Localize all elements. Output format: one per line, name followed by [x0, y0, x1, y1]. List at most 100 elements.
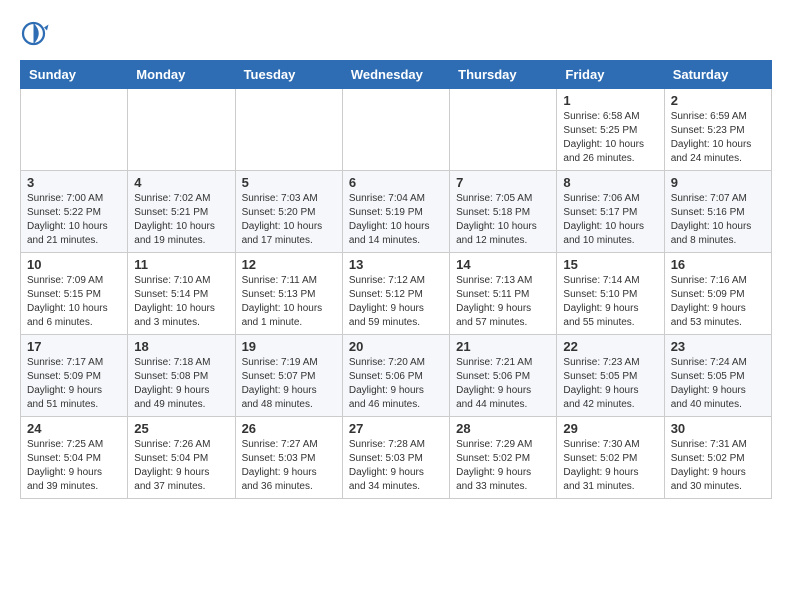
day-info: Sunrise: 7:21 AM Sunset: 5:06 PM Dayligh…: [456, 356, 550, 412]
calendar-cell: [342, 89, 449, 171]
weekday-header-friday: Friday: [557, 61, 664, 89]
day-number: 28: [456, 421, 550, 436]
day-info: Sunrise: 7:27 AM Sunset: 5:03 PM Dayligh…: [242, 438, 336, 494]
day-number: 7: [456, 175, 550, 190]
day-number: 6: [349, 175, 443, 190]
day-number: 22: [563, 339, 657, 354]
day-number: 19: [242, 339, 336, 354]
day-info: Sunrise: 7:12 AM Sunset: 5:12 PM Dayligh…: [349, 274, 443, 330]
day-number: 13: [349, 257, 443, 272]
page-container: SundayMondayTuesdayWednesdayThursdayFrid…: [20, 20, 772, 499]
weekday-header-row: SundayMondayTuesdayWednesdayThursdayFrid…: [21, 61, 772, 89]
calendar-cell: 3 Sunrise: 7:00 AM Sunset: 5:22 PM Daylig…: [21, 171, 128, 253]
calendar-cell: 23Sunrise: 7:24 AM Sunset: 5:05 PM Dayli…: [664, 335, 771, 417]
calendar-cell: 1 Sunrise: 6:58 AM Sunset: 5:25 PM Daylig…: [557, 89, 664, 171]
calendar-cell: 16 Sunrise: 7:16 AM Sunset: 5:09 PM Dayli…: [664, 253, 771, 335]
day-number: 5: [242, 175, 336, 190]
day-number: 12: [242, 257, 336, 272]
day-info: Sunrise: 7:10 AM Sunset: 5:14 PM Dayligh…: [134, 274, 228, 330]
day-number: 8: [563, 175, 657, 190]
day-number: 10: [27, 257, 121, 272]
day-info: Sunrise: 7:20 AM Sunset: 5:06 PM Dayligh…: [349, 356, 443, 412]
day-number: 16: [671, 257, 765, 272]
day-number: 14: [456, 257, 550, 272]
week-row-4: 17 Sunrise: 7:17 AM Sunset: 5:09 PM Dayli…: [21, 335, 772, 417]
day-info: Sunrise: 7:06 AM Sunset: 5:17 PM Dayligh…: [563, 192, 657, 248]
week-row-2: 3 Sunrise: 7:00 AM Sunset: 5:22 PM Daylig…: [21, 171, 772, 253]
day-number: 15: [563, 257, 657, 272]
day-info: Sunrise: 7:26 AM Sunset: 5:04 PM Dayligh…: [134, 438, 228, 494]
day-info: Sunrise: 7:04 AM Sunset: 5:19 PM Dayligh…: [349, 192, 443, 248]
day-number: 27: [349, 421, 443, 436]
calendar-cell: 24Sunrise: 7:25 AM Sunset: 5:04 PM Dayli…: [21, 417, 128, 499]
weekday-header-monday: Monday: [128, 61, 235, 89]
calendar-cell: 5 Sunrise: 7:03 AM Sunset: 5:20 PM Daylig…: [235, 171, 342, 253]
day-info: Sunrise: 7:23 AM Sunset: 5:05 PM Dayligh…: [563, 356, 657, 412]
calendar-cell: 6 Sunrise: 7:04 AM Sunset: 5:19 PM Daylig…: [342, 171, 449, 253]
day-info: Sunrise: 7:03 AM Sunset: 5:20 PM Dayligh…: [242, 192, 336, 248]
calendar-cell: [128, 89, 235, 171]
day-info: Sunrise: 7:05 AM Sunset: 5:18 PM Dayligh…: [456, 192, 550, 248]
day-number: 25: [134, 421, 228, 436]
day-info: Sunrise: 7:31 AM Sunset: 5:02 PM Dayligh…: [671, 438, 765, 494]
day-info: Sunrise: 7:09 AM Sunset: 5:15 PM Dayligh…: [27, 274, 121, 330]
calendar-cell: 27 Sunrise: 7:28 AM Sunset: 5:03 PM Dayli…: [342, 417, 449, 499]
calendar-cell: 4 Sunrise: 7:02 AM Sunset: 5:21 PM Daylig…: [128, 171, 235, 253]
week-row-3: 10 Sunrise: 7:09 AM Sunset: 5:15 PM Dayli…: [21, 253, 772, 335]
calendar-cell: 14 Sunrise: 7:13 AM Sunset: 5:11 PM Dayli…: [450, 253, 557, 335]
calendar-cell: 9 Sunrise: 7:07 AM Sunset: 5:16 PM Daylig…: [664, 171, 771, 253]
calendar-cell: [450, 89, 557, 171]
day-info: Sunrise: 7:13 AM Sunset: 5:11 PM Dayligh…: [456, 274, 550, 330]
calendar-cell: 28 Sunrise: 7:29 AM Sunset: 5:02 PM Dayli…: [450, 417, 557, 499]
day-info: Sunrise: 7:14 AM Sunset: 5:10 PM Dayligh…: [563, 274, 657, 330]
calendar-cell: 21 Sunrise: 7:21 AM Sunset: 5:06 PM Dayli…: [450, 335, 557, 417]
day-info: Sunrise: 7:02 AM Sunset: 5:21 PM Dayligh…: [134, 192, 228, 248]
day-number: 21: [456, 339, 550, 354]
day-info: Sunrise: 7:00 AM Sunset: 5:22 PM Dayligh…: [27, 192, 121, 248]
day-number: 4: [134, 175, 228, 190]
calendar-cell: 30Sunrise: 7:31 AM Sunset: 5:02 PM Dayli…: [664, 417, 771, 499]
calendar-cell: 29Sunrise: 7:30 AM Sunset: 5:02 PM Dayli…: [557, 417, 664, 499]
calendar-cell: 13 Sunrise: 7:12 AM Sunset: 5:12 PM Dayli…: [342, 253, 449, 335]
day-number: 9: [671, 175, 765, 190]
calendar-cell: [21, 89, 128, 171]
day-number: 17: [27, 339, 121, 354]
calendar-cell: 8 Sunrise: 7:06 AM Sunset: 5:17 PM Daylig…: [557, 171, 664, 253]
calendar-cell: 22 Sunrise: 7:23 AM Sunset: 5:05 PM Dayli…: [557, 335, 664, 417]
calendar-cell: 26Sunrise: 7:27 AM Sunset: 5:03 PM Dayli…: [235, 417, 342, 499]
day-number: 24: [27, 421, 121, 436]
day-number: 29: [563, 421, 657, 436]
day-number: 1: [563, 93, 657, 108]
calendar-cell: 20 Sunrise: 7:20 AM Sunset: 5:06 PM Dayli…: [342, 335, 449, 417]
calendar-cell: 18Sunrise: 7:18 AM Sunset: 5:08 PM Dayli…: [128, 335, 235, 417]
calendar-body: 1 Sunrise: 6:58 AM Sunset: 5:25 PM Daylig…: [21, 89, 772, 499]
weekday-header-sunday: Sunday: [21, 61, 128, 89]
calendar-cell: 17 Sunrise: 7:17 AM Sunset: 5:09 PM Dayli…: [21, 335, 128, 417]
weekday-header-thursday: Thursday: [450, 61, 557, 89]
day-info: Sunrise: 7:18 AM Sunset: 5:08 PM Dayligh…: [134, 356, 228, 412]
calendar-cell: 2Sunrise: 6:59 AM Sunset: 5:23 PM Daylig…: [664, 89, 771, 171]
day-info: Sunrise: 7:19 AM Sunset: 5:07 PM Dayligh…: [242, 356, 336, 412]
day-number: 23: [671, 339, 765, 354]
weekday-header-wednesday: Wednesday: [342, 61, 449, 89]
day-info: Sunrise: 7:17 AM Sunset: 5:09 PM Dayligh…: [27, 356, 121, 412]
logo-icon: [20, 20, 50, 50]
logo: [20, 20, 54, 50]
day-info: Sunrise: 7:07 AM Sunset: 5:16 PM Dayligh…: [671, 192, 765, 248]
week-row-5: 24Sunrise: 7:25 AM Sunset: 5:04 PM Dayli…: [21, 417, 772, 499]
calendar-cell: 7 Sunrise: 7:05 AM Sunset: 5:18 PM Daylig…: [450, 171, 557, 253]
day-info: Sunrise: 6:58 AM Sunset: 5:25 PM Dayligh…: [563, 110, 657, 166]
calendar-header: SundayMondayTuesdayWednesdayThursdayFrid…: [21, 61, 772, 89]
day-info: Sunrise: 7:28 AM Sunset: 5:03 PM Dayligh…: [349, 438, 443, 494]
day-info: Sunrise: 7:16 AM Sunset: 5:09 PM Dayligh…: [671, 274, 765, 330]
calendar-cell: 25 Sunrise: 7:26 AM Sunset: 5:04 PM Dayli…: [128, 417, 235, 499]
calendar-cell: 11Sunrise: 7:10 AM Sunset: 5:14 PM Dayli…: [128, 253, 235, 335]
calendar-cell: 10 Sunrise: 7:09 AM Sunset: 5:15 PM Dayli…: [21, 253, 128, 335]
day-number: 3: [27, 175, 121, 190]
day-info: Sunrise: 7:29 AM Sunset: 5:02 PM Dayligh…: [456, 438, 550, 494]
weekday-header-saturday: Saturday: [664, 61, 771, 89]
weekday-header-tuesday: Tuesday: [235, 61, 342, 89]
calendar-cell: [235, 89, 342, 171]
week-row-1: 1 Sunrise: 6:58 AM Sunset: 5:25 PM Daylig…: [21, 89, 772, 171]
day-number: 20: [349, 339, 443, 354]
